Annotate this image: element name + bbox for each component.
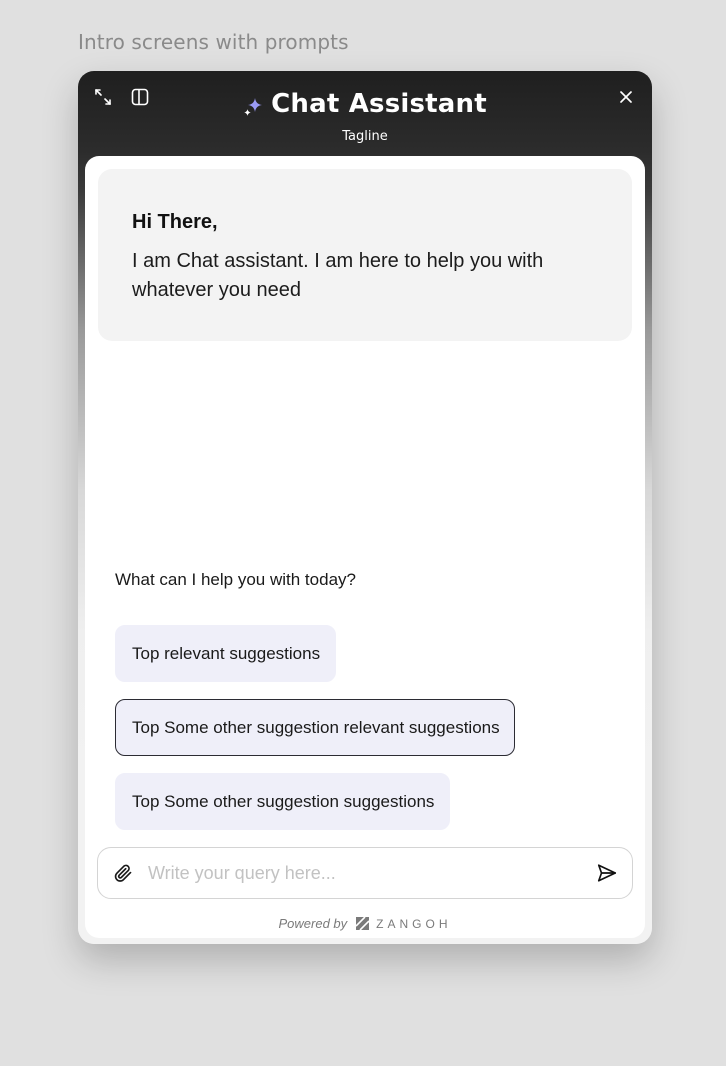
powered-by-label: Powered by [278, 916, 348, 931]
close-icon[interactable] [614, 85, 638, 109]
greeting-card: Hi There, I am Chat assistant. I am here… [98, 169, 632, 341]
sparkle-icon [244, 98, 263, 116]
chat-widget: Chat Assistant Tagline Hi There, I am Ch… [78, 71, 652, 944]
greeting-message: I am Chat assistant. I am here to help y… [132, 250, 544, 301]
page-caption: Intro screens with prompts [78, 30, 349, 54]
footer: Powered by ZANGOH [85, 916, 645, 931]
suggestion-chip[interactable]: Top relevant suggestions [115, 625, 336, 682]
prompt-heading: What can I help you with today? [115, 570, 356, 589]
query-input[interactable] [146, 852, 594, 894]
suggestion-chip[interactable]: Top Some other suggestion suggestions [115, 773, 450, 830]
send-icon[interactable] [594, 860, 620, 886]
chat-panel: Hi There, I am Chat assistant. I am here… [85, 156, 645, 938]
suggestion-chip-selected[interactable]: Top Some other suggestion relevant sugge… [115, 699, 515, 756]
paperclip-icon[interactable] [111, 861, 135, 885]
tagline: Tagline [342, 129, 388, 144]
greeting-title: Hi There, [132, 211, 218, 233]
composer [97, 847, 633, 899]
brand-name: ZANGOH [376, 916, 452, 931]
title-text: Chat Assistant [271, 89, 487, 119]
widget-title: Chat Assistant [78, 89, 652, 119]
brand-logo-icon [356, 917, 370, 930]
